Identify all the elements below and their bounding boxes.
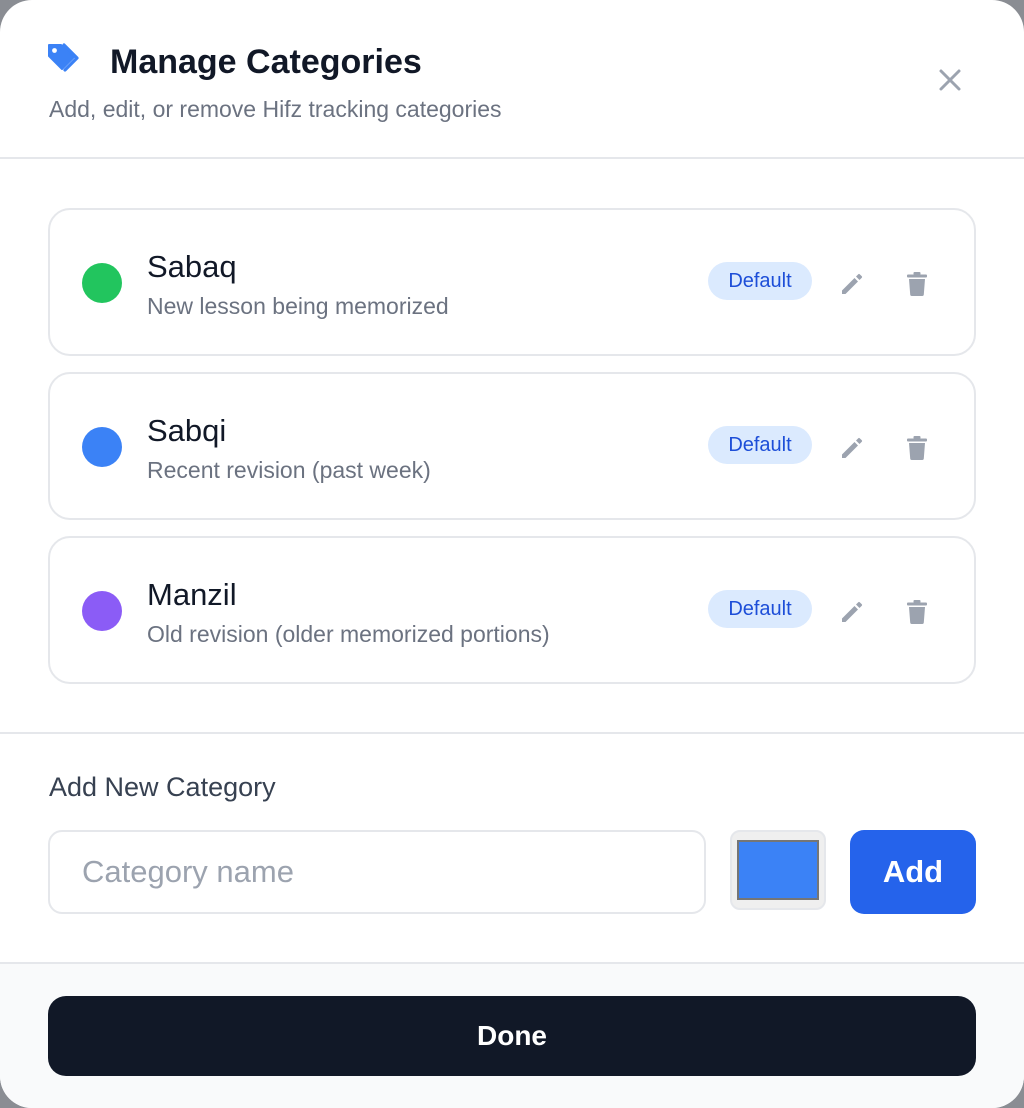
default-badge: Default — [708, 262, 812, 300]
trash-icon[interactable] — [901, 596, 933, 628]
category-name: Sabqi — [147, 413, 227, 448]
add-category-heading: Add New Category — [49, 772, 276, 802]
category-item-manzil: Manzil Old revision (older memorized por… — [48, 536, 976, 684]
section-divider — [0, 732, 1024, 734]
color-swatch — [737, 840, 819, 900]
default-badge: Default — [708, 426, 812, 464]
done-button[interactable]: Done — [48, 996, 976, 1076]
category-description: New lesson being memorized — [147, 293, 449, 319]
modal-header: Manage Categories Add, edit, or remove H… — [0, 0, 1024, 159]
modal-footer: Done — [0, 962, 1024, 1108]
add-category-button[interactable]: Add — [850, 830, 976, 914]
category-list: Sabaq New lesson being memorized Default… — [48, 208, 976, 700]
pencil-icon[interactable] — [836, 268, 868, 300]
category-description: Old revision (older memorized portions) — [147, 621, 550, 647]
tags-icon — [48, 43, 79, 72]
default-badge: Default — [708, 590, 812, 628]
pencil-icon[interactable] — [836, 596, 868, 628]
trash-icon[interactable] — [901, 432, 933, 464]
category-item-sabaq: Sabaq New lesson being memorized Default — [48, 208, 976, 356]
category-color-dot — [82, 591, 122, 631]
manage-categories-modal: Manage Categories Add, edit, or remove H… — [0, 0, 1024, 1108]
category-color-dot — [82, 263, 122, 303]
category-name: Sabaq — [147, 249, 237, 284]
category-item-sabqi: Sabqi Recent revision (past week) Defaul… — [48, 372, 976, 520]
category-description: Recent revision (past week) — [147, 457, 431, 483]
category-name: Manzil — [147, 577, 237, 612]
category-color-dot — [82, 427, 122, 467]
modal-subtitle: Add, edit, or remove Hifz tracking categ… — [49, 96, 502, 122]
trash-icon[interactable] — [901, 268, 933, 300]
pencil-icon[interactable] — [836, 432, 868, 464]
close-icon[interactable] — [930, 60, 970, 100]
category-name-input[interactable] — [48, 830, 706, 914]
color-picker[interactable] — [730, 830, 826, 910]
modal-title: Manage Categories — [110, 43, 422, 81]
